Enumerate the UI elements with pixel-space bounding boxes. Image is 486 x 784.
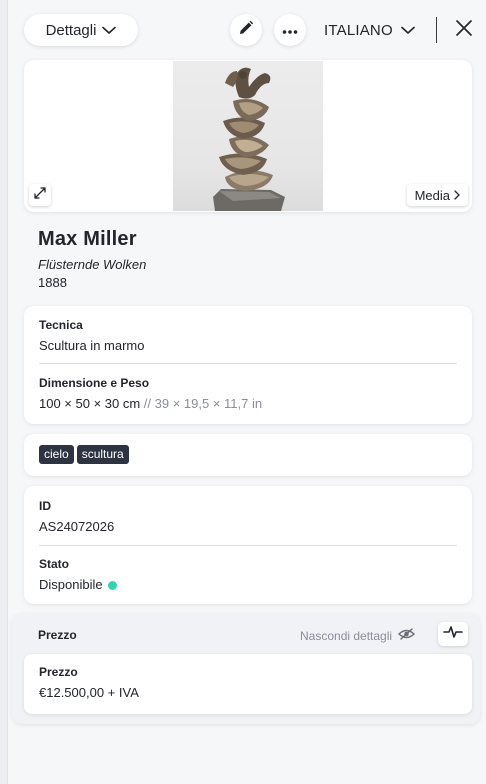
technique-card: Tecnica Scultura in marmo Dimensione e P… [24,306,472,424]
artwork-year: 1888 [38,275,67,290]
section-divider [39,545,457,546]
dimensions-value: 100 × 50 × 30 cm // 39 × 19,5 × 11,7 in [39,396,262,411]
pulse-icon [443,625,463,643]
details-dropdown-button[interactable]: Dettagli [24,14,138,46]
id-value: AS24072026 [39,519,115,534]
details-dropdown-label: Dettagli [45,21,97,39]
edit-button[interactable] [230,14,262,46]
left-panel-edge [0,0,8,784]
eye-off-icon [398,628,416,643]
hide-details-label: Nascondi dettagli [300,628,393,643]
price-section-title: Prezzo [38,628,77,642]
artwork-image[interactable] [173,61,323,211]
price-history-button[interactable] [438,622,468,646]
identifier-card: ID AS24072026 Stato Disponibile [24,486,472,604]
chevron-down-icon [102,22,117,39]
top-bar: Dettagli ITALIANO [8,0,486,60]
technique-label: Tecnica [39,318,83,332]
media-button-label: Media [414,187,450,203]
hide-details-toggle[interactable]: Nascondi dettagli [300,628,416,643]
expand-button[interactable] [29,184,51,206]
section-divider [39,363,457,364]
expand-icon [34,186,46,204]
status-indicator-dot [107,581,117,591]
tag-chip[interactable]: cielo [39,445,74,464]
more-options-button[interactable] [274,14,306,46]
artwork-header: Max Miller Flüsternde Wolken 1888 [38,228,146,290]
technique-value: Scultura in marmo [39,338,145,353]
close-button[interactable] [452,18,476,42]
chevron-right-icon [454,188,460,203]
close-icon [455,19,473,42]
language-selector[interactable]: ITALIANO [324,18,415,42]
pencil-icon [238,20,254,41]
id-label: ID [39,499,51,513]
artist-name: Max Miller [38,228,137,250]
dimensions-metric: 100 × 50 × 30 cm [39,396,141,411]
status-label: Stato [39,557,69,571]
status-text: Disponibile [39,577,103,592]
language-label: ITALIANO [324,21,393,39]
dimensions-imperial: // 39 × 19,5 × 11,7 in [140,396,263,411]
dimensions-label: Dimensione e Peso [39,376,150,390]
tags-card: cielo scultura [24,434,472,476]
status-value: Disponibile [39,577,117,592]
media-card: Media [24,60,472,212]
price-card: Prezzo €12.500,00 + IVA [24,654,472,714]
tag-chip[interactable]: scultura [76,445,129,464]
chevron-down-icon [401,22,415,39]
artwork-title: Flüsternde Wolken [38,257,147,272]
media-button[interactable]: Media [406,184,468,206]
more-horizontal-icon [282,21,298,39]
details-panel: Dettagli ITALIANO Media Max Miller Flüst… [8,0,486,784]
price-label: Prezzo [39,665,78,679]
toolbar-divider [436,17,437,43]
price-value: €12.500,00 + IVA [39,685,139,700]
